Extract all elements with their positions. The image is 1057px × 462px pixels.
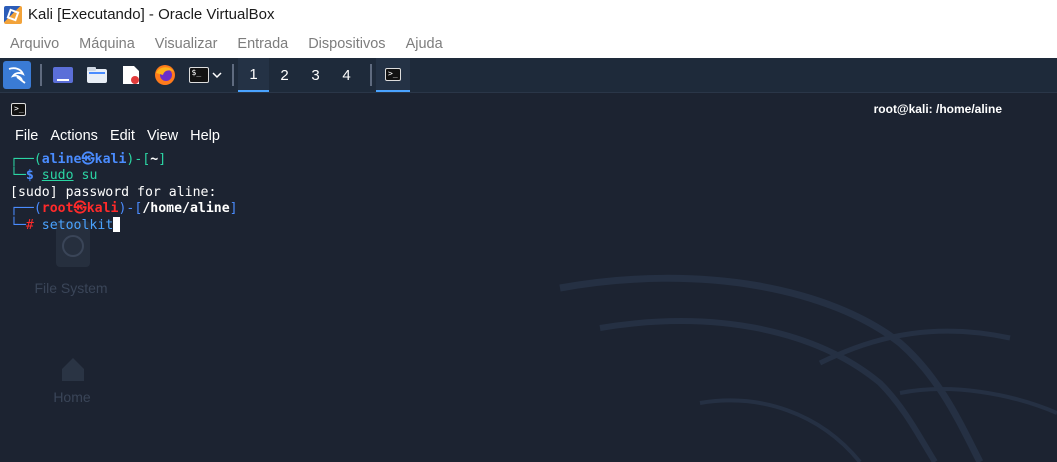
prompt-dir: ~ [150,152,159,167]
file-manager-icon[interactable] [85,63,109,87]
sudo-password-prompt: [sudo] password for aline: [10,184,217,200]
panel-separator [232,64,234,86]
prompt-root-user: root [41,200,74,216]
virtualbox-logo-icon [4,5,22,24]
command-line-1: └─$ sudo su [10,168,98,184]
menu-entrada[interactable]: Entrada [227,36,298,52]
terminal-title: root@kali: /home/aline [873,102,1002,116]
prompt-root-at-symbol: ㉿ [73,200,87,216]
terminal-launcher-icon[interactable]: $_ [187,63,223,87]
terminal-menu-help[interactable]: Help [184,128,226,144]
terminal-titlebar[interactable]: >_ root@kali: /home/aline [0,93,1057,125]
window-title: Kali [Executando] - Oracle VirtualBox [28,6,275,23]
text-editor-icon[interactable] [119,63,143,87]
command-line-2: └─# setoolkit [10,217,238,233]
terminal-menu-file[interactable]: File [9,128,44,144]
terminal-menu-actions[interactable]: Actions [44,128,104,144]
prompt-at-symbol: ㉿ [81,152,95,167]
text-cursor [113,217,121,233]
terminal-menubar: File Actions Edit View Help [0,125,1057,147]
terminal-output[interactable]: ┌──(aline㉿kali)-[~] └─$ sudo su [sudo] pas… [10,152,238,233]
taskbar-terminal-button[interactable]: >_ [376,58,410,92]
menu-maquina[interactable]: Máquina [69,36,145,52]
host-titlebar: Kali [Executando] - Oracle VirtualBox [0,0,1057,29]
prompt-user: aline [41,152,82,167]
workspace-3[interactable]: 3 [300,58,331,92]
menu-visualizar[interactable]: Visualizar [145,36,228,52]
terminal-icon: >_ [385,67,401,81]
command-su: su [81,168,98,184]
prompt-line-1: ┌──(aline㉿kali)-[~] [10,152,167,167]
command-sudo: sudo [41,168,74,184]
prompt-root-host: kali [86,200,119,216]
prompt-host: kali [94,152,127,167]
firefox-icon[interactable] [153,63,177,87]
host-menubar: Arquivo Máquina Visualizar Entrada Dispo… [0,29,1057,58]
command-setoolkit: setoolkit [41,218,114,234]
menu-arquivo[interactable]: Arquivo [0,36,69,52]
panel-separator [40,64,42,86]
kali-menu-icon[interactable] [3,61,31,89]
menu-ajuda[interactable]: Ajuda [396,36,453,52]
terminal-window: >_ root@kali: /home/aline File Actions E… [0,93,1057,462]
workspace-4[interactable]: 4 [331,58,362,92]
guest-top-panel: $_ 1 2 3 4 >_ [0,58,1057,93]
show-desktop-icon[interactable] [51,63,75,87]
workspace-2[interactable]: 2 [269,58,300,92]
terminal-menu-view[interactable]: View [141,128,184,144]
prompt-root-dir: /home/aline [142,200,230,216]
terminal-menu-edit[interactable]: Edit [104,128,141,144]
terminal-app-icon: >_ [11,103,26,116]
workspace-1[interactable]: 1 [238,58,269,92]
prompt-line-2: ┌──(root㉿kali)-[/home/aline] [10,200,238,216]
panel-separator [370,64,372,86]
menu-dispositivos[interactable]: Dispositivos [298,36,395,52]
